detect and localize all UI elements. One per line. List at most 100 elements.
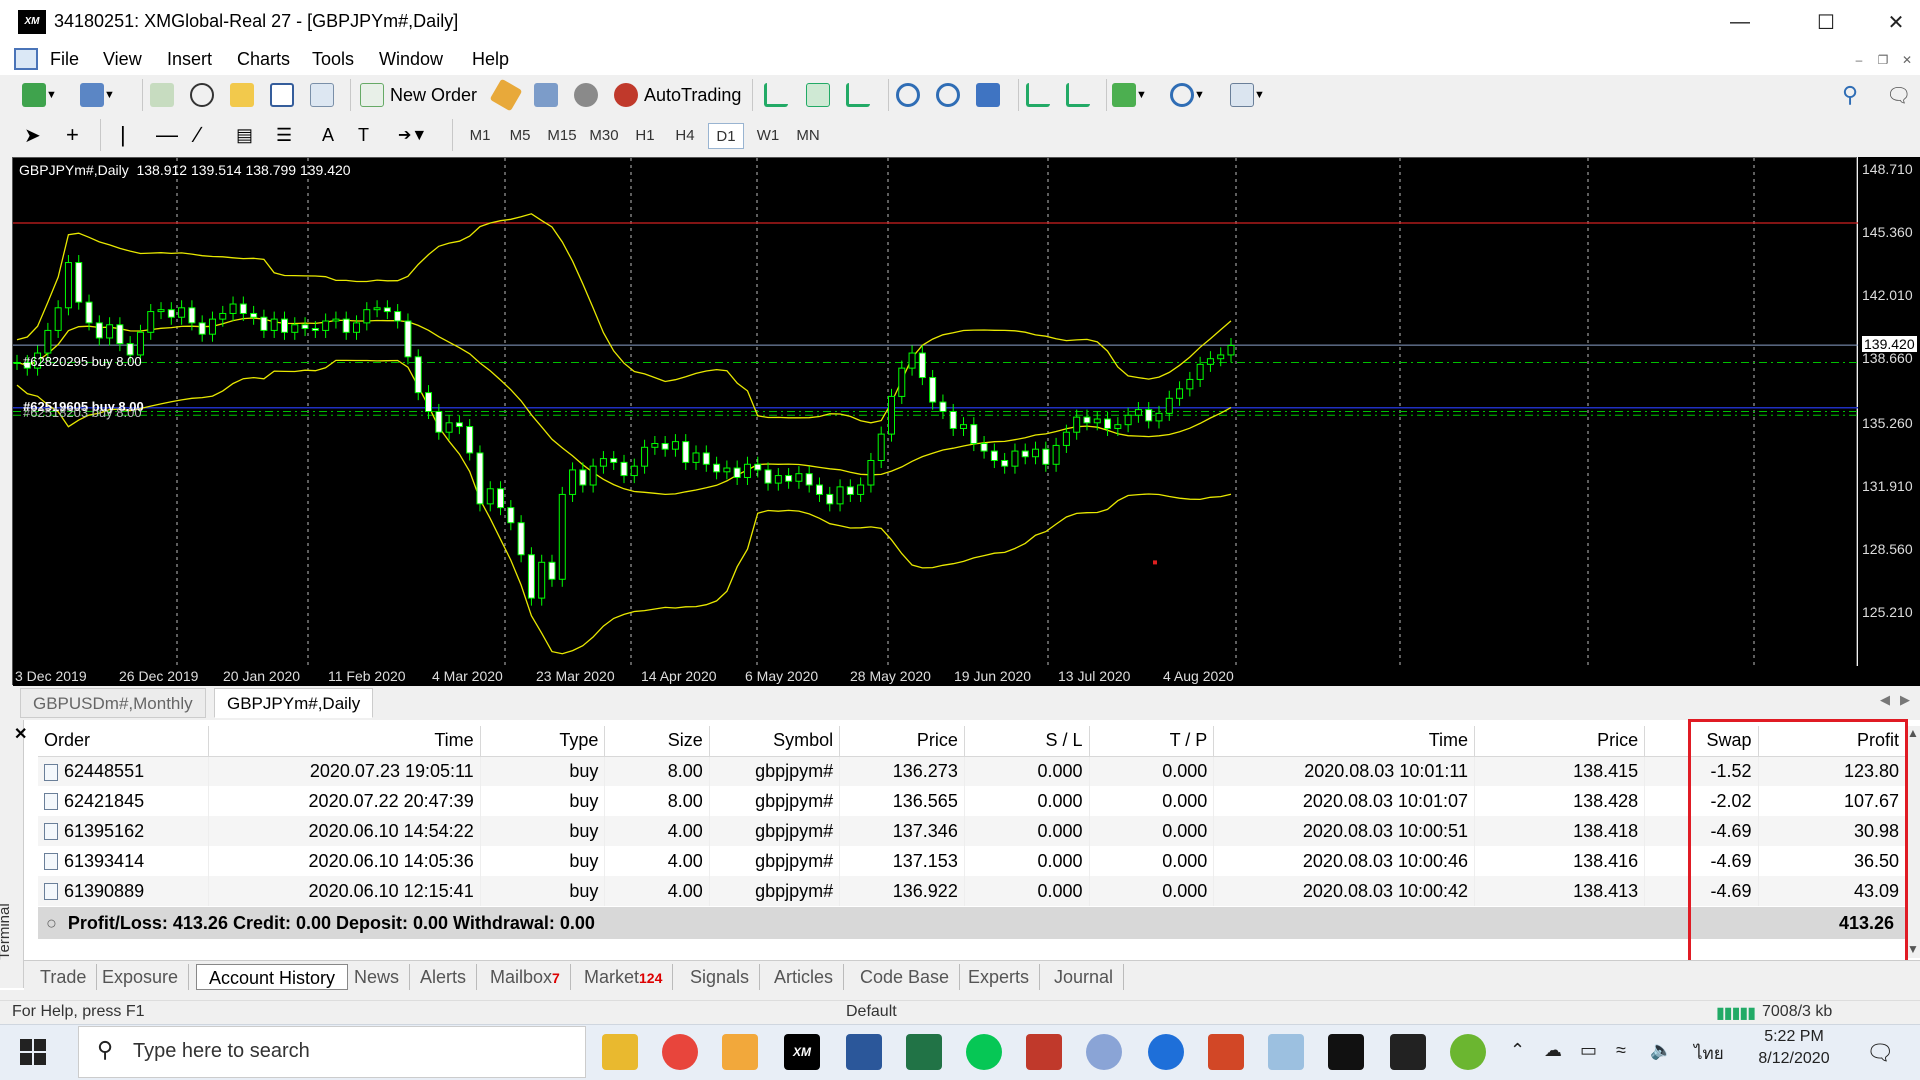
- app-blue-icon[interactable]: [1268, 1034, 1304, 1070]
- exness-icon[interactable]: [1390, 1034, 1426, 1070]
- tf-m5[interactable]: M5: [502, 123, 538, 149]
- terminal-tab-mailbox[interactable]: Mailbox7: [490, 964, 571, 990]
- terminal-tab-alerts[interactable]: Alerts: [420, 964, 478, 990]
- strategy-tester-button[interactable]: [310, 81, 334, 109]
- column-header[interactable]: Time: [208, 726, 481, 757]
- signals-button[interactable]: [534, 81, 558, 109]
- chrome-icon[interactable]: [662, 1034, 698, 1070]
- menu-charts[interactable]: Charts: [237, 49, 290, 70]
- cursor-tool[interactable]: ➤: [24, 121, 41, 149]
- auto-scroll-button[interactable]: [1066, 81, 1090, 109]
- column-header[interactable]: S / L: [964, 726, 1090, 757]
- volume-icon[interactable]: 🔈: [1650, 1040, 1672, 1061]
- terminal-tab-experts[interactable]: Experts: [968, 964, 1041, 990]
- clock[interactable]: 5:22 PM 8/12/2020: [1744, 1028, 1844, 1068]
- periods-button[interactable]: ▼: [1170, 81, 1205, 109]
- text-label-tool[interactable]: T: [358, 121, 369, 149]
- terminal-tab-articles[interactable]: Articles: [774, 964, 845, 990]
- chart-window-icon[interactable]: [14, 48, 38, 70]
- zoom-out-button[interactable]: [936, 81, 960, 109]
- terminal-tab-trade[interactable]: Trade: [40, 964, 98, 990]
- vertical-line-tool[interactable]: |: [120, 121, 126, 149]
- column-header[interactable]: Symbol: [709, 726, 841, 757]
- tab-scroll-right[interactable]: ▶: [1900, 692, 1910, 708]
- menu-tools[interactable]: Tools: [312, 49, 354, 70]
- terminal-tab-signals[interactable]: Signals: [690, 964, 761, 990]
- channel-tool[interactable]: ▤: [236, 121, 253, 149]
- column-header[interactable]: Order: [38, 726, 209, 757]
- market-button[interactable]: [574, 81, 598, 109]
- file-explorer-icon[interactable]: [602, 1034, 638, 1070]
- candlestick-button[interactable]: [806, 81, 830, 109]
- r-icon[interactable]: [1086, 1034, 1122, 1070]
- table-row[interactable]: 62448551 2020.07.23 19:05:11 buy 8.00 gbpjpy…: [38, 756, 1907, 786]
- search-button[interactable]: ⚲: [1842, 81, 1858, 109]
- data-window-button[interactable]: [190, 81, 214, 109]
- column-header[interactable]: Price: [839, 726, 965, 757]
- horizontal-line-tool[interactable]: —: [156, 121, 178, 149]
- table-row[interactable]: 62421845 2020.07.22 20:47:39 buy 8.00 gbpjpy…: [38, 786, 1907, 816]
- table-row[interactable]: 61393414 2020.06.10 14:05:36 buy 4.00 gbpjpy…: [38, 846, 1907, 876]
- close-button[interactable]: ✕: [1866, 0, 1920, 45]
- app-red-icon[interactable]: [1026, 1034, 1062, 1070]
- tf-m30[interactable]: M30: [586, 123, 622, 149]
- windows-start-icon[interactable]: [20, 1039, 46, 1065]
- price-chart[interactable]: GBPJPYm#,Daily 138.912 139.514 138.799 1…: [12, 157, 1920, 686]
- terminal-tab-code-base[interactable]: Code Base: [860, 964, 961, 990]
- line-icon[interactable]: [966, 1034, 1002, 1070]
- navigator-button[interactable]: [230, 81, 254, 109]
- autotrading-button[interactable]: AutoTrading: [614, 81, 741, 109]
- tf-d1[interactable]: D1: [708, 123, 744, 149]
- menu-file[interactable]: File: [50, 49, 79, 70]
- qgis-icon[interactable]: [1450, 1034, 1486, 1070]
- paint-icon[interactable]: [722, 1034, 758, 1070]
- word-icon[interactable]: [846, 1034, 882, 1070]
- new-order-button[interactable]: New Order: [360, 81, 477, 109]
- chart-tab-gbpjpy[interactable]: GBPJPYm#,Daily: [214, 688, 374, 718]
- teamviewer-icon[interactable]: [1148, 1034, 1184, 1070]
- tf-h1[interactable]: H1: [627, 123, 663, 149]
- notifications-icon[interactable]: 🗨: [1866, 1040, 1894, 1066]
- close-terminal-icon[interactable]: ✕: [14, 724, 27, 744]
- chart-tab-gbpusd[interactable]: GBPUSDm#,Monthly: [20, 688, 206, 718]
- pycharm-icon[interactable]: [1328, 1034, 1364, 1070]
- terminal-tab-journal[interactable]: Journal: [1054, 964, 1125, 990]
- column-header[interactable]: Type: [480, 726, 606, 757]
- tf-m15[interactable]: M15: [544, 123, 580, 149]
- column-header[interactable]: Time: [1213, 726, 1476, 757]
- menu-insert[interactable]: Insert: [167, 49, 212, 70]
- menu-window[interactable]: Window: [379, 49, 443, 70]
- mdi-minimize-button[interactable]: –: [1848, 51, 1870, 69]
- tile-windows-button[interactable]: [976, 81, 1000, 109]
- terminal-button[interactable]: [270, 81, 294, 109]
- trendline-tool[interactable]: ∕: [196, 121, 200, 149]
- terminal-tab-news[interactable]: News: [354, 964, 411, 990]
- xm-app-icon[interactable]: XM: [784, 1034, 820, 1070]
- line-chart-button[interactable]: [846, 81, 870, 109]
- tf-h4[interactable]: H4: [667, 123, 703, 149]
- terminal-tab-account-history[interactable]: Account History: [196, 964, 349, 990]
- mdi-restore-button[interactable]: ❐: [1872, 51, 1894, 69]
- fibonacci-tool[interactable]: ☰: [276, 121, 292, 149]
- powerpoint-icon[interactable]: [1208, 1034, 1244, 1070]
- tf-w1[interactable]: W1: [750, 123, 786, 149]
- chart-shift-button[interactable]: [1026, 81, 1050, 109]
- profiles-button[interactable]: ▼: [80, 81, 115, 109]
- terminal-tab-exposure[interactable]: Exposure: [102, 964, 190, 990]
- vertical-scrollbar[interactable]: ▲ ▼: [1906, 726, 1920, 958]
- wifi-icon[interactable]: ≈: [1616, 1040, 1626, 1061]
- bar-chart-button[interactable]: [764, 81, 788, 109]
- text-tool[interactable]: A: [322, 121, 334, 149]
- arrows-tool[interactable]: ➔▼: [398, 121, 427, 149]
- tab-scroll-left[interactable]: ◀: [1880, 692, 1890, 708]
- tray-chevron-icon[interactable]: ⌃: [1510, 1040, 1525, 1061]
- maximize-button[interactable]: ☐: [1796, 0, 1856, 45]
- taskbar-search[interactable]: ⚲ Type here to search: [78, 1026, 586, 1078]
- table-row[interactable]: 61390889 2020.06.10 12:15:41 buy 4.00 gbpjpy…: [38, 876, 1907, 906]
- excel-icon[interactable]: [906, 1034, 942, 1070]
- tf-mn[interactable]: MN: [790, 123, 826, 149]
- crosshair-tool[interactable]: +: [66, 121, 79, 149]
- mdi-close-button[interactable]: ✕: [1896, 51, 1918, 69]
- terminal-tab-market[interactable]: Market124: [584, 964, 674, 990]
- templates-button[interactable]: ▼: [1230, 81, 1265, 109]
